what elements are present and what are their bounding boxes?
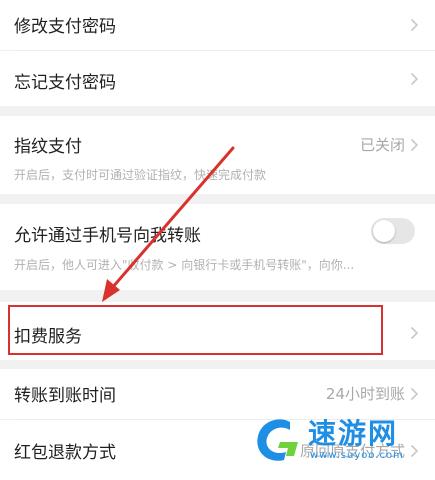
section-gap — [0, 290, 435, 302]
red-packet-refund-value: 原回原支付方式 — [299, 442, 405, 460]
allow-phone-transfer-toggle[interactable] — [371, 218, 415, 244]
allow-phone-transfer-description: 开启后，他人可进入"收付款 > 向银行卡或手机号转账"，向你... — [14, 258, 355, 272]
fingerprint-pay-row[interactable]: 指纹支付 已关闭 开启后，支付时可通过验证指纹，快速完成付款 — [0, 116, 435, 194]
chevron-right-icon — [410, 326, 419, 340]
chevron-right-icon — [410, 387, 419, 401]
forgot-pay-password-row[interactable]: 忘记支付密码 — [0, 51, 435, 106]
chevron-right-icon — [410, 138, 419, 152]
chevron-right-icon — [410, 18, 419, 32]
red-packet-refund-row[interactable]: 红包退款方式 原回原支付方式 — [0, 420, 435, 480]
section-gap — [0, 194, 435, 204]
allow-phone-transfer-row: 允许通过手机号向我转账 开启后，他人可进入"收付款 > 向银行卡或手机号转账"，… — [0, 204, 435, 290]
deduction-services-row[interactable]: 扣费服务 — [0, 302, 435, 360]
section-gap — [0, 106, 435, 116]
transfer-arrival-time-value: 24小时到账 — [325, 385, 405, 403]
red-packet-refund-label: 红包退款方式 — [14, 443, 116, 463]
allow-phone-transfer-label: 允许通过手机号向我转账 — [14, 226, 201, 246]
modify-pay-password-label: 修改支付密码 — [14, 17, 116, 37]
chevron-right-icon — [410, 72, 419, 86]
fingerprint-pay-description: 开启后，支付时可通过验证指纹，快速完成付款 — [14, 168, 267, 182]
forgot-pay-password-label: 忘记支付密码 — [14, 73, 116, 93]
wallet-settings-screen: 修改支付密码 忘记支付密码 指纹支付 已关闭 开启后，支付时可通过验证指纹，快速… — [0, 0, 435, 480]
deduction-services-label: 扣费服务 — [14, 327, 82, 347]
chevron-right-icon — [410, 444, 419, 458]
toggle-knob — [373, 220, 395, 242]
transfer-arrival-time-row[interactable]: 转账到账时间 24小时到账 — [0, 369, 435, 419]
fingerprint-pay-label: 指纹支付 — [14, 137, 82, 157]
section-gap — [0, 360, 435, 369]
modify-pay-password-row[interactable]: 修改支付密码 — [0, 0, 435, 50]
transfer-arrival-time-label: 转账到账时间 — [14, 386, 116, 406]
fingerprint-pay-status: 已关闭 — [359, 136, 405, 154]
